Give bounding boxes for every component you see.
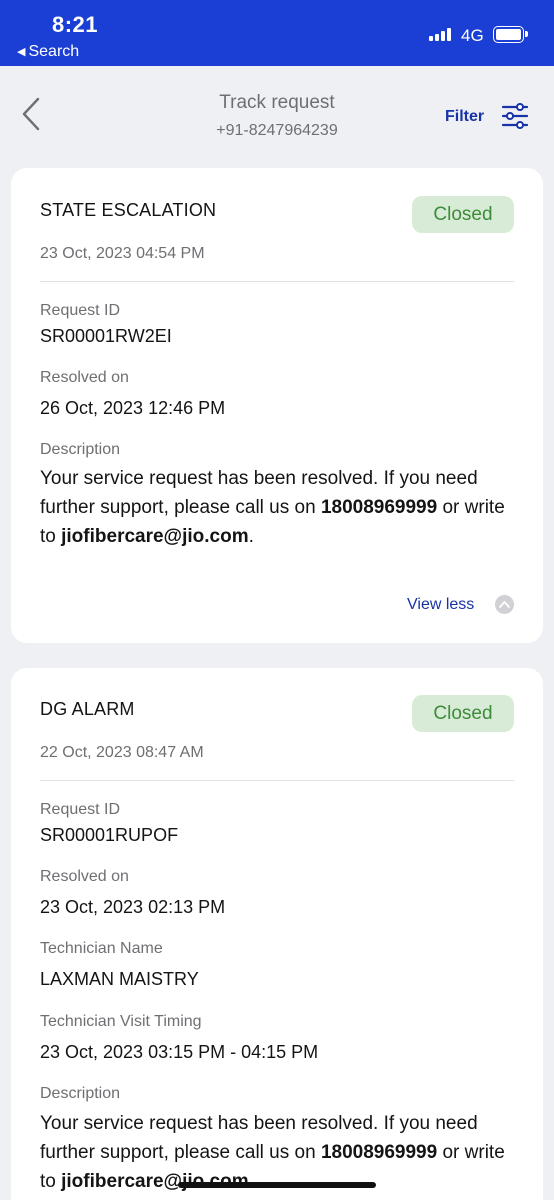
resolved-on-label: Resolved on [40, 868, 129, 885]
request-id-label: Request ID [40, 302, 121, 319]
resolved-on-value: 26 Oct, 2023 12:46 PM [40, 398, 226, 418]
technician-name-value: LAXMAN MAISTRY [40, 969, 199, 989]
home-indicator[interactable] [178, 1182, 376, 1188]
request-id-value: SR00001RW2EI [40, 326, 172, 346]
sliders-icon [501, 103, 529, 129]
description-label: Description [40, 1085, 121, 1102]
request-title: DG ALARM [40, 699, 135, 719]
request-id-label: Request ID [40, 801, 121, 818]
filter-button[interactable]: Filter [445, 108, 484, 126]
status-time: 8:21 [52, 12, 99, 37]
signal-icon [429, 27, 453, 41]
back-triangle-icon: ◀ [17, 46, 26, 58]
divider [40, 281, 514, 282]
page-header: Track request +91-8247964239 Filter [0, 66, 554, 166]
technician-name-label: Technician Name [40, 940, 163, 957]
request-title: STATE ESCALATION [40, 200, 217, 220]
request-card: STATE ESCALATION Closed 23 Oct, 2023 04:… [11, 168, 543, 643]
resolved-on-value: 23 Oct, 2023 02:13 PM [40, 897, 226, 917]
filter-icon-button[interactable] [500, 102, 530, 130]
status-bar: 8:21 ◀ Search 4G [0, 0, 554, 66]
description-label: Description [40, 441, 121, 458]
visit-timing-value: 23 Oct, 2023 03:15 PM - 04:15 PM [40, 1042, 319, 1062]
network-type: 4G [461, 26, 484, 45]
request-date: 23 Oct, 2023 04:54 PM [40, 245, 205, 262]
resolved-on-label: Resolved on [40, 369, 129, 386]
visit-timing-label: Technician Visit Timing [40, 1013, 202, 1030]
request-card: DG ALARM Closed 22 Oct, 2023 08:47 AM Re… [11, 668, 543, 1200]
back-to-search[interactable]: ◀ Search [17, 43, 79, 61]
support-phone[interactable]: 18008969999 [321, 497, 437, 518]
battery-icon [493, 26, 528, 43]
support-email[interactable]: jiofibercare@jio.com [61, 526, 248, 547]
request-id-value: SR00001RUPOF [40, 825, 179, 845]
back-to-search-label: Search [28, 43, 80, 60]
chevron-up-icon[interactable] [495, 595, 514, 614]
status-badge: Closed [412, 695, 514, 732]
support-phone[interactable]: 18008969999 [321, 1142, 437, 1163]
status-badge: Closed [412, 196, 514, 233]
request-date: 22 Oct, 2023 08:47 AM [40, 744, 204, 761]
description-text: Your service request has been resolved. … [40, 468, 505, 547]
view-less-button[interactable]: View less [407, 596, 474, 614]
divider [40, 780, 514, 781]
